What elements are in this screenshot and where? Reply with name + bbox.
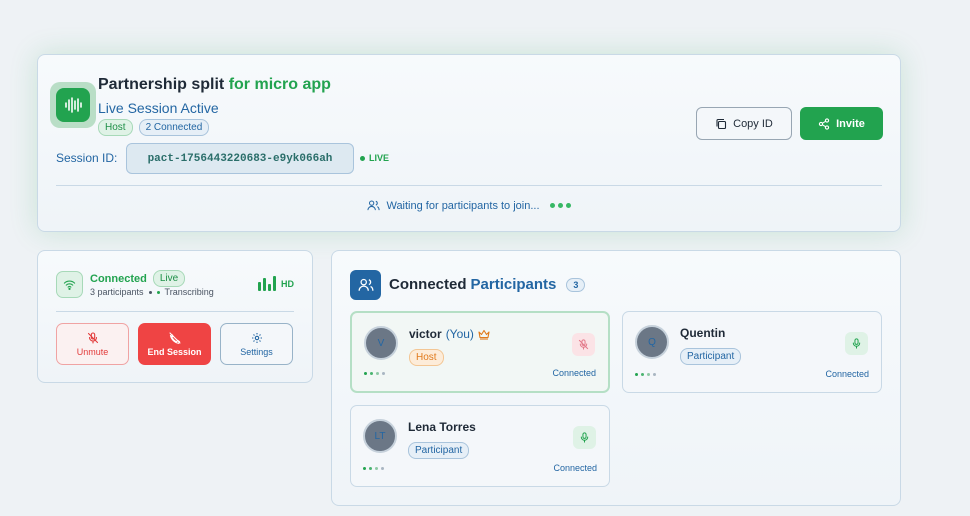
copy-id-button[interactable]: Copy ID [696,107,792,140]
session-header-card: Partnership split for micro app Live Ses… [37,54,901,232]
mic-icon [852,338,861,349]
audio-level-dots [363,467,384,470]
participant-status: Connected [552,368,596,378]
live-dot [360,155,365,161]
invite-label: Invite [836,117,865,130]
avatar: Q [635,325,669,359]
role-badge: Participant [408,442,470,459]
role-badge-wrap: Participant [408,440,470,459]
participant-card[interactable]: LT Lena Torres Participant Connected [350,405,610,487]
participant-name-row: victor (You) [409,327,490,341]
transcribing-dot [156,290,160,294]
participant-card[interactable]: V victor (You) Host Connected [350,311,610,393]
session-id-label: Session ID: [56,151,118,165]
participant-name-row: Lena Torres [408,420,476,434]
session-badges: Host 2 Connected [98,119,210,136]
participant-name: victor [409,327,442,341]
participant-status: Connected [553,463,597,473]
wifi-icon [63,280,76,290]
live-label: LIVE [369,153,390,163]
participant-card[interactable]: Q Quentin Participant Connected [622,311,882,393]
participants-title: Connected Participants 3 [389,276,586,293]
host-badge: Host [98,119,133,136]
mic-off-icon [578,339,589,350]
live-indicator: LIVE [360,153,389,163]
connected-count-badge: 2 Connected [138,119,210,136]
quality-label: HD [281,278,294,289]
signal-bars-icon [258,276,276,291]
transcribing-text: Transcribing [164,287,214,297]
header-divider [56,185,882,186]
users-icon [367,200,381,211]
phone-off-icon [168,331,181,344]
connection-divider [56,311,294,312]
unmute-button[interactable]: Unmute [56,323,129,365]
mic-status[interactable] [845,332,868,355]
copy-id-label: Copy ID [733,117,773,130]
participants-card: Connected Participants 3 V victor (You) … [331,250,901,506]
waiting-text: Waiting for participants to join... [386,199,540,212]
participants-count-badge: 3 [566,277,586,292]
copy-icon [716,118,727,129]
audio-wave-icon [65,97,82,113]
you-label: (You) [445,327,474,341]
quality-indicator: HD [258,276,294,291]
session-id-value[interactable]: pact-1756443220683-e9yk066ah [126,143,354,174]
mic-status[interactable] [572,333,595,356]
end-session-label: End Session [147,346,202,357]
settings-label: Settings [240,346,273,357]
session-logo [50,82,96,128]
loading-dots [549,203,571,208]
live-badge: Live [152,270,186,287]
connection-status-card: Connected Live 3 participants Transcribi… [37,250,313,383]
participants-badge [350,270,381,300]
crown-icon [478,329,490,340]
participant-name: Quentin [680,326,726,340]
participants-title-highlight: Participants [470,276,557,293]
wifi-badge [56,271,83,298]
avatar: V [364,326,398,360]
gear-icon [251,332,262,343]
participants-count-text: 3 participants [90,287,144,297]
participants-title-main: Connected [389,276,467,293]
invite-button[interactable]: Invite [800,107,883,140]
waiting-message: Waiting for participants to join... [38,199,900,212]
role-badge-wrap: Participant [680,346,742,365]
mic-off-icon [87,331,98,344]
session-title: Partnership split for micro app [98,76,331,94]
session-title-main: Partnership split [98,76,225,93]
participant-status: Connected [825,369,869,379]
connection-status-label: Connected [90,272,147,285]
settings-button[interactable]: Settings [220,323,293,365]
share-icon [818,117,830,130]
participant-name-row: Quentin [680,326,725,340]
avatar: LT [363,419,397,453]
unmute-label: Unmute [76,346,109,357]
participant-name: Lena Torres [408,420,476,434]
users-icon [358,278,373,291]
role-badge: Participant [680,348,742,365]
connection-title: Connected Live [90,270,186,287]
end-session-button[interactable]: End Session [138,323,211,365]
role-badge-wrap: Host [409,347,444,366]
audio-level-dots [635,373,656,376]
mic-status[interactable] [573,426,596,449]
session-title-highlight: for micro app [228,76,331,93]
connection-details: 3 participants Transcribing [90,287,214,297]
role-badge: Host [409,349,444,366]
audio-level-dots [364,372,385,375]
separator-dot [148,290,152,294]
mic-icon [580,432,589,443]
session-status: Live Session Active [98,100,219,116]
